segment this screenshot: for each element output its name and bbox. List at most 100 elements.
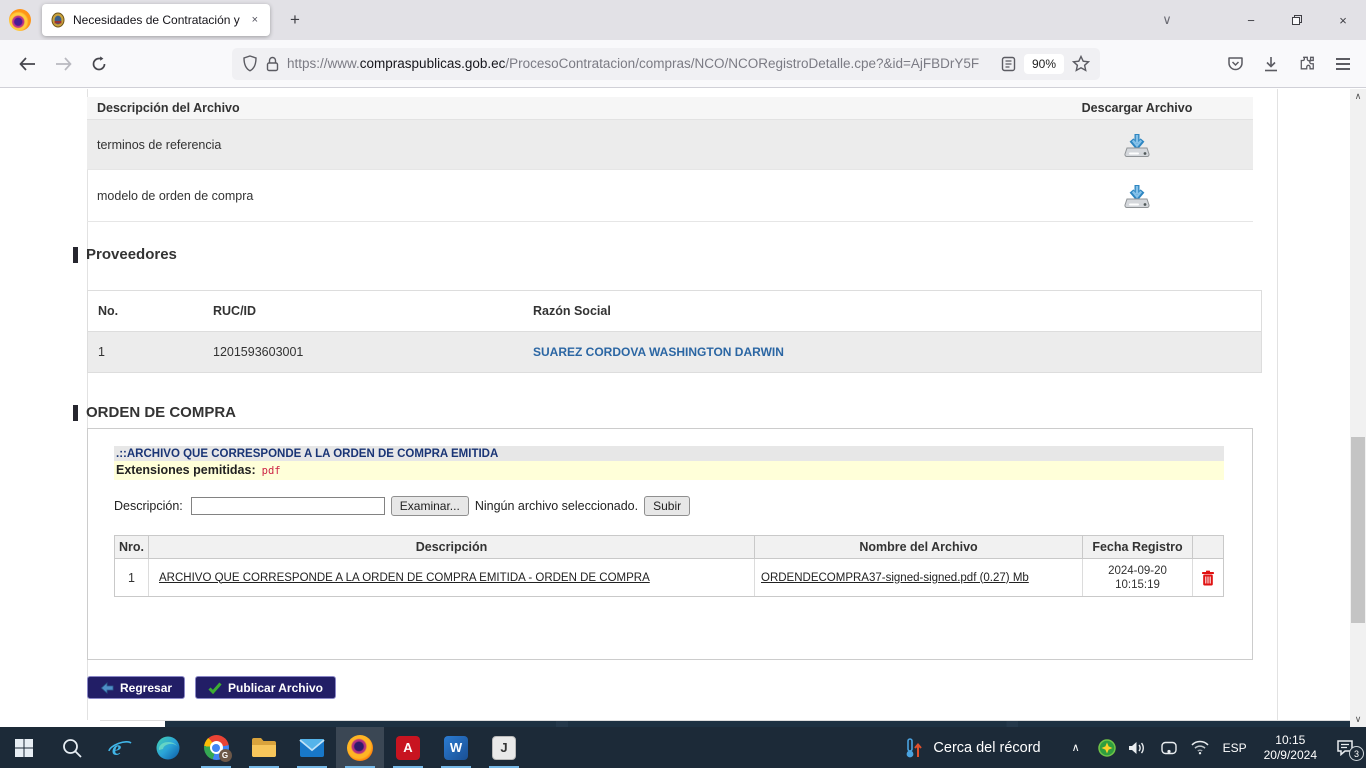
orden-panel: .::ARCHIVO QUE CORRESPONDE A LA ORDEN DE… xyxy=(87,428,1253,660)
publicar-archivo-button[interactable]: Publicar Archivo xyxy=(195,676,336,699)
chrome-profile-badge: G xyxy=(219,749,232,762)
zoom-level-indicator[interactable]: 90% xyxy=(1024,54,1064,74)
extensions-value: pdf xyxy=(262,465,281,477)
notification-center-button[interactable]: 3 xyxy=(1330,739,1360,756)
tracking-shield-icon[interactable] xyxy=(242,55,258,72)
taskbar-mail[interactable] xyxy=(288,727,336,768)
file-time: 10:15:19 xyxy=(1115,578,1160,592)
antivirus-icon[interactable] xyxy=(1095,739,1119,757)
new-tab-button[interactable]: + xyxy=(282,10,308,30)
taskbar-edge[interactable] xyxy=(144,727,192,768)
delete-trash-icon[interactable] xyxy=(1201,570,1215,586)
back-button[interactable] xyxy=(10,47,44,81)
file-description: modelo de orden de compra xyxy=(87,189,1021,203)
browser-tab[interactable]: Necesidades de Contratación y × xyxy=(42,4,270,36)
download-file-icon[interactable] xyxy=(1123,132,1151,158)
reload-button[interactable] xyxy=(82,47,116,81)
taskbar-java-app[interactable]: J xyxy=(480,727,528,768)
firefox-logo-icon xyxy=(9,9,31,31)
header-no: No. xyxy=(88,304,213,318)
weather-widget[interactable]: Cerca del récord xyxy=(904,737,1040,759)
file-description-link[interactable]: ARCHIVO QUE CORRESPONDE A LA ORDEN DE CO… xyxy=(159,572,650,584)
start-button[interactable] xyxy=(0,727,48,768)
list-tabs-icon[interactable]: ∨ xyxy=(1144,0,1190,40)
forward-button[interactable] xyxy=(46,47,80,81)
taskbar-firefox[interactable] xyxy=(336,727,384,768)
file-name-link[interactable]: ORDENDECOMPRA37-signed-signed.pdf (0.27)… xyxy=(761,572,1029,584)
taskbar-search-button[interactable] xyxy=(48,727,96,768)
header-actions xyxy=(1193,536,1223,558)
menu-hamburger-icon[interactable] xyxy=(1326,47,1360,81)
no-file-text: Ningún archivo seleccionado. xyxy=(475,499,638,513)
restore-button[interactable] xyxy=(1274,0,1320,40)
pocket-icon[interactable] xyxy=(1218,47,1252,81)
taskbar-acrobat[interactable]: A xyxy=(384,727,432,768)
notification-count-badge: 3 xyxy=(1349,746,1364,761)
word-letter: W xyxy=(450,740,462,755)
provider-name-link[interactable]: SUAREZ CORDOVA WASHINGTON DARWIN xyxy=(533,345,784,359)
tab-title: Necesidades de Contratación y xyxy=(73,13,241,27)
section-title-text: Proveedores xyxy=(86,246,177,263)
restore-icon xyxy=(1291,14,1303,26)
java-app-icon: J xyxy=(492,736,516,760)
downloads-icon[interactable] xyxy=(1254,47,1288,81)
scroll-up-icon[interactable]: ∧ xyxy=(1355,89,1362,104)
language-indicator[interactable]: ESP xyxy=(1223,741,1247,755)
files-header-desc: Descripción del Archivo xyxy=(87,97,1021,119)
url-bar[interactable]: https://www.compraspublicas.gob.ec/Proce… xyxy=(232,48,1100,80)
taskbar-word[interactable]: W xyxy=(432,727,480,768)
action-buttons: Regresar Publicar Archivo xyxy=(87,676,336,699)
url-domain: compraspublicas.gob.ec xyxy=(360,56,506,71)
extensions-row: Extensiones pemitidas: pdf xyxy=(114,461,1224,480)
screen: Necesidades de Contratación y × + ∨ − × xyxy=(0,0,1366,768)
close-button[interactable]: × xyxy=(1320,0,1366,40)
descripcion-input[interactable] xyxy=(191,497,385,515)
file-date: 2024-09-20 xyxy=(1108,564,1167,578)
extensions-label: Extensiones pemitidas: xyxy=(116,463,256,477)
svg-text:e: e xyxy=(112,736,121,760)
site-favicon-icon xyxy=(50,12,66,28)
descripcion-label: Descripción: xyxy=(114,499,183,513)
chrome-icon: G xyxy=(204,735,229,760)
download-file-icon[interactable] xyxy=(1123,183,1151,209)
firefox-icon xyxy=(347,735,373,761)
vertical-scrollbar[interactable]: ∧ ∨ xyxy=(1350,89,1366,727)
system-tray: Cerca del récord ∧ xyxy=(904,733,1366,763)
header-descripcion: Descripción xyxy=(149,536,755,558)
clock-time: 10:15 xyxy=(1264,733,1317,748)
tab-close-icon[interactable]: × xyxy=(248,13,262,27)
upload-button[interactable]: Subir xyxy=(644,496,690,516)
tray-overflow-chevron-icon[interactable]: ∧ xyxy=(1064,741,1088,754)
bookmark-star-icon[interactable] xyxy=(1072,55,1090,72)
wifi-icon[interactable] xyxy=(1188,740,1212,755)
files-table: Descripción del Archivo Descargar Archiv… xyxy=(87,97,1253,222)
upload-form: Descripción: Examinar... Ningún archivo … xyxy=(114,496,1226,516)
uploaded-files-header: Nro. Descripción Nombre del Archivo Fech… xyxy=(115,536,1223,559)
scroll-down-icon[interactable]: ∨ xyxy=(1355,712,1362,727)
reader-mode-icon[interactable] xyxy=(1001,56,1016,72)
lock-icon[interactable] xyxy=(266,56,279,72)
firefox-app-button[interactable] xyxy=(0,9,40,31)
minimize-button[interactable]: − xyxy=(1228,0,1274,40)
taskbar-internet-explorer[interactable]: e xyxy=(96,727,144,768)
extensions-puzzle-icon[interactable] xyxy=(1290,47,1324,81)
header-nro: Nro. xyxy=(115,536,149,558)
orden-section-title: ORDEN DE COMPRA xyxy=(73,404,236,421)
java-letter: J xyxy=(500,740,507,755)
search-icon xyxy=(61,737,83,759)
thermometer-icon xyxy=(904,737,924,759)
header-razon: Razón Social xyxy=(533,304,1261,318)
browse-button[interactable]: Examinar... xyxy=(391,496,469,516)
scrollbar-thumb[interactable] xyxy=(1351,437,1365,623)
taskbar-file-explorer[interactable] xyxy=(240,727,288,768)
meet-now-icon[interactable] xyxy=(1157,740,1181,756)
table-row: 1 1201593603001 SUAREZ CORDOVA WASHINGTO… xyxy=(88,332,1261,372)
header-fecha-registro: Fecha Registro xyxy=(1083,536,1193,558)
section-title-text: ORDEN DE COMPRA xyxy=(86,404,236,421)
file-description: terminos de referencia xyxy=(87,138,1021,152)
regresar-button[interactable]: Regresar xyxy=(87,676,185,699)
volume-icon[interactable] xyxy=(1126,740,1150,756)
page-frame-right-border xyxy=(1277,89,1278,720)
taskbar-chrome[interactable]: G xyxy=(192,727,240,768)
taskbar-clock[interactable]: 10:15 20/9/2024 xyxy=(1264,733,1317,763)
